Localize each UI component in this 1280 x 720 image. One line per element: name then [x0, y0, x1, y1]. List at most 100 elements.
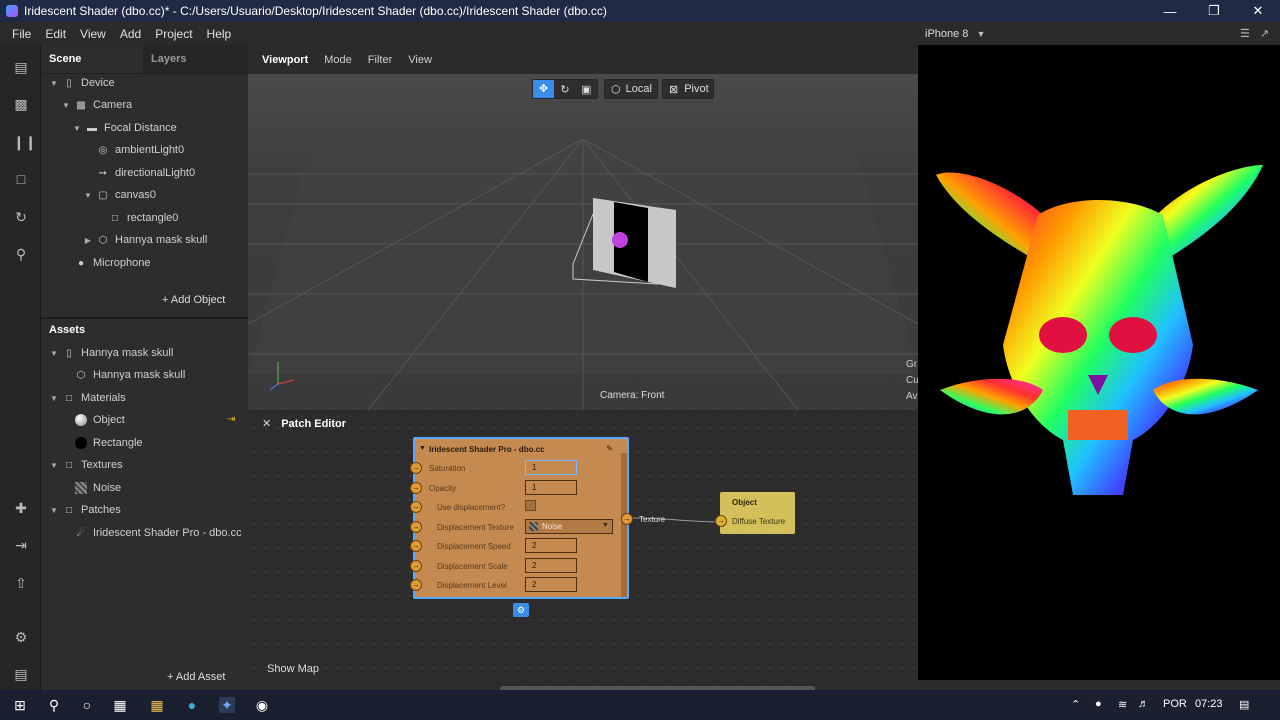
tray-chevron-up-icon[interactable]: ⌃: [1071, 698, 1080, 711]
pause-icon[interactable]: ❙❙: [13, 134, 36, 150]
input-port-use-displacement[interactable]: →: [410, 501, 422, 513]
bug-icon[interactable]: ⚙: [13, 629, 29, 645]
input-port-displacement-scale[interactable]: →: [410, 560, 422, 572]
task-view-icon[interactable]: ▦: [112, 697, 128, 713]
output-port-texture[interactable]: →: [621, 513, 633, 525]
chevron-down-icon[interactable]: ▼: [61, 101, 71, 110]
asset-folder-patches[interactable]: ▼ □ Patches: [49, 500, 121, 520]
restore-icon[interactable]: ❐: [1192, 0, 1236, 22]
object-patch-node[interactable]: Object → Diffuse Texture: [715, 492, 795, 534]
chevron-down-icon[interactable]: ▼: [49, 79, 59, 88]
pivot-button[interactable]: ⊠ Pivot: [662, 79, 714, 99]
console-icon[interactable]: ▤: [13, 666, 29, 682]
viewport-canvas[interactable]: Camera: Front Gr Cu Av: [247, 74, 919, 411]
external-window-icon[interactable]: ↗: [1260, 27, 1269, 40]
settings-gear-icon[interactable]: ⚙: [513, 603, 529, 617]
wifi-icon[interactable]: ≋: [1118, 698, 1127, 711]
search-icon[interactable]: ⚲: [13, 246, 29, 262]
asset-item-noise[interactable]: Noise: [75, 478, 121, 498]
tree-item-device[interactable]: ▼ ▯ Device: [49, 73, 115, 93]
menu-project[interactable]: Project: [155, 27, 192, 41]
chevron-down-icon[interactable]: ▼: [602, 522, 609, 529]
menu-view[interactable]: View: [80, 27, 106, 41]
asset-item-mask-skull[interactable]: ▼ ▯ Hannya mask skull: [49, 343, 173, 363]
close-patch-editor-icon[interactable]: ✕: [262, 417, 271, 430]
tree-item-camera[interactable]: ▼ ▩ Camera: [61, 95, 132, 115]
menu-icon[interactable]: ☰: [1240, 27, 1250, 40]
displacement-scale-input[interactable]: 2: [525, 558, 577, 573]
add-object-button[interactable]: + Add Object: [162, 294, 225, 306]
saturation-input[interactable]: 1: [525, 460, 577, 475]
tab-layers[interactable]: Layers: [151, 53, 186, 65]
video-icon[interactable]: ▩: [13, 96, 29, 112]
microphone-icon[interactable]: ●: [1095, 698, 1102, 710]
layout-icon[interactable]: ▤: [13, 59, 29, 75]
local-button[interactable]: ⬡ Local: [604, 79, 658, 99]
chevron-down-icon[interactable]: ▼: [49, 506, 59, 515]
tab-scene[interactable]: Scene: [41, 53, 89, 65]
chevron-down-icon[interactable]: ▼: [83, 191, 93, 200]
edit-icon[interactable]: ✎: [606, 444, 613, 453]
search-icon[interactable]: ⚲: [46, 697, 62, 713]
menu-help[interactable]: Help: [207, 27, 232, 41]
collapse-icon[interactable]: ▼: [419, 445, 426, 452]
close-icon[interactable]: ✕: [1236, 0, 1280, 22]
asset-folder-materials[interactable]: ▼ □ Materials: [49, 388, 126, 408]
input-port-saturation[interactable]: →: [410, 462, 422, 474]
notifications-icon[interactable]: ▤: [1239, 698, 1249, 711]
displacement-level-input[interactable]: 2: [525, 577, 577, 592]
shader-patch-node[interactable]: ▼ Iridescent Shader Pro - dbo.cc ✎ → Sat…: [410, 437, 633, 599]
tab-filter[interactable]: Filter: [368, 54, 392, 66]
input-port-displacement-texture[interactable]: →: [410, 521, 422, 533]
asset-item-shader-patch[interactable]: ☄ Iridescent Shader Pro - dbo.cc: [75, 523, 242, 543]
input-port-displacement-level[interactable]: →: [410, 579, 422, 591]
rotate-icon[interactable]: ↻: [554, 83, 575, 96]
send-to-device-icon[interactable]: ⇥: [13, 537, 29, 553]
menu-add[interactable]: Add: [120, 27, 141, 41]
chevron-down-icon[interactable]: ▼: [72, 124, 82, 133]
language-indicator[interactable]: POR: [1163, 698, 1187, 710]
refresh-icon[interactable]: ↻: [13, 209, 29, 225]
show-map-button[interactable]: Show Map: [267, 663, 319, 675]
opacity-input[interactable]: 1: [525, 480, 577, 495]
asset-item-object-material[interactable]: Object: [75, 410, 125, 430]
tree-item-focal-distance[interactable]: ▼ ▬ Focal Distance: [72, 118, 177, 138]
windows-start-icon[interactable]: ⊞: [12, 697, 28, 713]
cortana-icon[interactable]: ○: [79, 697, 95, 713]
displacement-speed-input[interactable]: 2: [525, 538, 577, 553]
use-displacement-checkbox[interactable]: [525, 500, 536, 511]
menu-file[interactable]: File: [12, 27, 31, 41]
clock[interactable]: 07:23: [1195, 698, 1223, 710]
input-port-displacement-speed[interactable]: →: [410, 540, 422, 552]
tree-item-ambient-light[interactable]: ◎ ambientLight0: [97, 140, 184, 160]
minimize-icon[interactable]: —: [1148, 0, 1192, 22]
input-port-opacity[interactable]: →: [410, 482, 422, 494]
add-asset-button[interactable]: + Add Asset: [167, 671, 225, 683]
tree-item-directional-light[interactable]: ➙ directionalLight0: [97, 163, 195, 183]
input-port-diffuse-texture[interactable]: →: [715, 515, 727, 527]
chevron-down-icon[interactable]: ▼: [49, 461, 59, 470]
edge-browser-icon[interactable]: ●: [184, 697, 200, 713]
tree-item-canvas[interactable]: ▼ ▢ canvas0: [83, 185, 156, 205]
move-icon[interactable]: ✥: [533, 80, 555, 98]
asset-item-mask-mesh[interactable]: ⬡ Hannya mask skull: [75, 365, 186, 385]
chevron-down-icon[interactable]: ▼: [49, 349, 59, 358]
chevron-down-icon[interactable]: ▼: [976, 29, 985, 39]
chevron-down-icon[interactable]: ▼: [49, 394, 59, 403]
asset-item-rectangle-material[interactable]: Rectangle: [75, 433, 143, 453]
tree-item-microphone[interactable]: ● Microphone: [75, 253, 151, 273]
device-preview[interactable]: [918, 45, 1280, 680]
spark-ar-icon[interactable]: ✦: [219, 697, 235, 713]
chevron-right-icon[interactable]: ▶: [83, 236, 93, 245]
stop-icon[interactable]: □: [13, 171, 29, 187]
tree-item-mask-skull[interactable]: ▶ ⬡ Hannya mask skull: [83, 230, 207, 250]
displacement-texture-select[interactable]: Noise: [525, 519, 613, 534]
tree-item-rectangle[interactable]: □ rectangle0: [109, 208, 178, 228]
asset-folder-textures[interactable]: ▼ □ Textures: [49, 455, 123, 475]
tab-view[interactable]: View: [408, 54, 432, 66]
menu-edit[interactable]: Edit: [45, 27, 66, 41]
scale-icon[interactable]: ▣: [576, 83, 597, 96]
file-explorer-icon[interactable]: ▦: [149, 697, 165, 713]
add-folder-icon[interactable]: ✚: [13, 500, 29, 516]
tab-viewport[interactable]: Viewport: [262, 54, 308, 66]
